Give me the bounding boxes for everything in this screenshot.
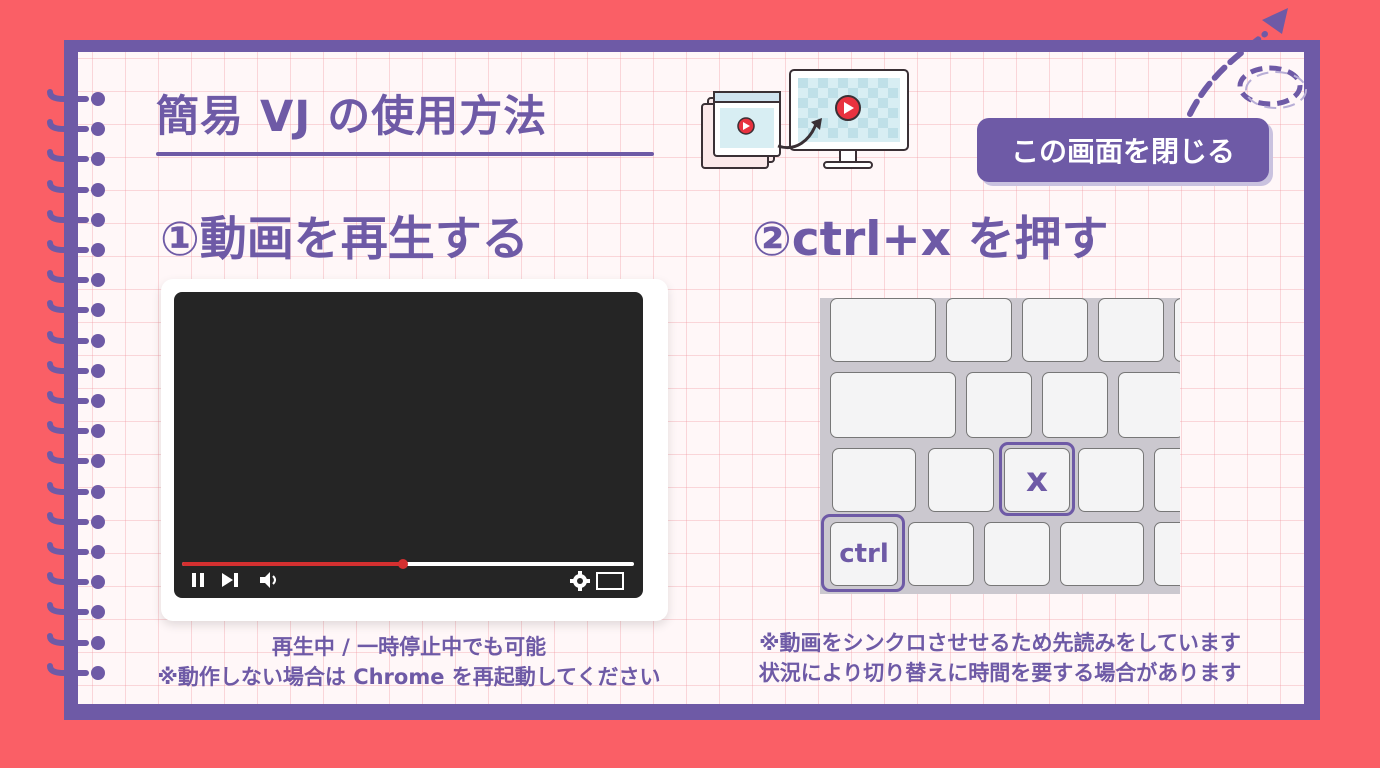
video-player[interactable] bbox=[174, 292, 643, 598]
pause-icon[interactable] bbox=[190, 572, 206, 588]
binding-ring bbox=[47, 391, 105, 408]
progress-bar[interactable] bbox=[182, 559, 634, 569]
note-right: ※動画をシンクロさせせるため先読みをしています 状況により切り替えに時間を要する… bbox=[700, 628, 1300, 688]
key bbox=[984, 522, 1050, 586]
key bbox=[1060, 522, 1144, 586]
note-right-line-1: ※動画をシンクロさせせるため先読みをしています bbox=[759, 631, 1241, 655]
binding-ring bbox=[47, 89, 105, 106]
binding-ring bbox=[47, 451, 105, 469]
binding-ring bbox=[47, 662, 105, 680]
binding-ring bbox=[47, 481, 105, 499]
key bbox=[1118, 372, 1180, 438]
binding-ring bbox=[47, 270, 105, 288]
binding-ring bbox=[47, 511, 105, 529]
key bbox=[966, 372, 1032, 438]
binding-ring bbox=[47, 542, 105, 559]
binding-ring bbox=[47, 240, 105, 257]
volume-icon[interactable] bbox=[258, 571, 280, 589]
close-screen-button[interactable]: この画面を閉じる bbox=[977, 118, 1269, 182]
binding-ring bbox=[47, 209, 105, 227]
binding-ring bbox=[47, 119, 105, 137]
title-underline bbox=[156, 152, 654, 156]
key bbox=[830, 372, 956, 438]
key bbox=[1078, 448, 1144, 512]
binding-ring bbox=[47, 572, 105, 590]
key bbox=[908, 522, 974, 586]
key bbox=[1098, 298, 1164, 362]
binding-ring bbox=[47, 602, 105, 620]
dashed-arrow-icon bbox=[1187, 8, 1307, 117]
key bbox=[1154, 448, 1180, 512]
note-right-line-2: 状況により切り替えに時間を要する場合があります bbox=[758, 661, 1242, 685]
fullscreen-icon[interactable] bbox=[596, 572, 624, 590]
binding-ring bbox=[47, 421, 105, 439]
binding-ring bbox=[47, 149, 105, 167]
binding-ring bbox=[47, 330, 105, 348]
settings-icon[interactable] bbox=[570, 571, 590, 591]
screen-share-illustration bbox=[701, 69, 909, 169]
key bbox=[1022, 298, 1088, 362]
key bbox=[830, 298, 936, 362]
binding-ring bbox=[47, 632, 105, 650]
key bbox=[832, 448, 916, 512]
key bbox=[946, 298, 1012, 362]
skip-next-icon[interactable] bbox=[220, 572, 240, 588]
page-title: 簡易 VJ の使用方法 bbox=[156, 92, 548, 142]
key bbox=[928, 448, 994, 512]
binding-ring bbox=[47, 179, 105, 197]
progress-fill bbox=[182, 562, 404, 566]
key-x-label: x bbox=[1026, 460, 1048, 500]
step-2-title: ②ctrl+x を押す bbox=[752, 212, 1109, 267]
step-1-title: ①動画を再生する bbox=[160, 212, 529, 267]
progress-knob[interactable] bbox=[398, 559, 409, 569]
note-left-line-1: 再生中 / 一時停止中でも可能 bbox=[271, 635, 547, 659]
key bbox=[1174, 298, 1180, 362]
key bbox=[1042, 372, 1108, 438]
keyboard-illustration: x ctrl bbox=[820, 298, 1180, 594]
key bbox=[1154, 522, 1180, 586]
binding-ring bbox=[47, 300, 105, 318]
binding-ring bbox=[47, 360, 105, 378]
note-left-line-2: ※動作しない場合は Chrome を再起動してください bbox=[157, 665, 661, 689]
key-ctrl-label: ctrl bbox=[839, 539, 889, 569]
note-left: 再生中 / 一時停止中でも可能 ※動作しない場合は Chrome を再起動してく… bbox=[114, 632, 704, 692]
